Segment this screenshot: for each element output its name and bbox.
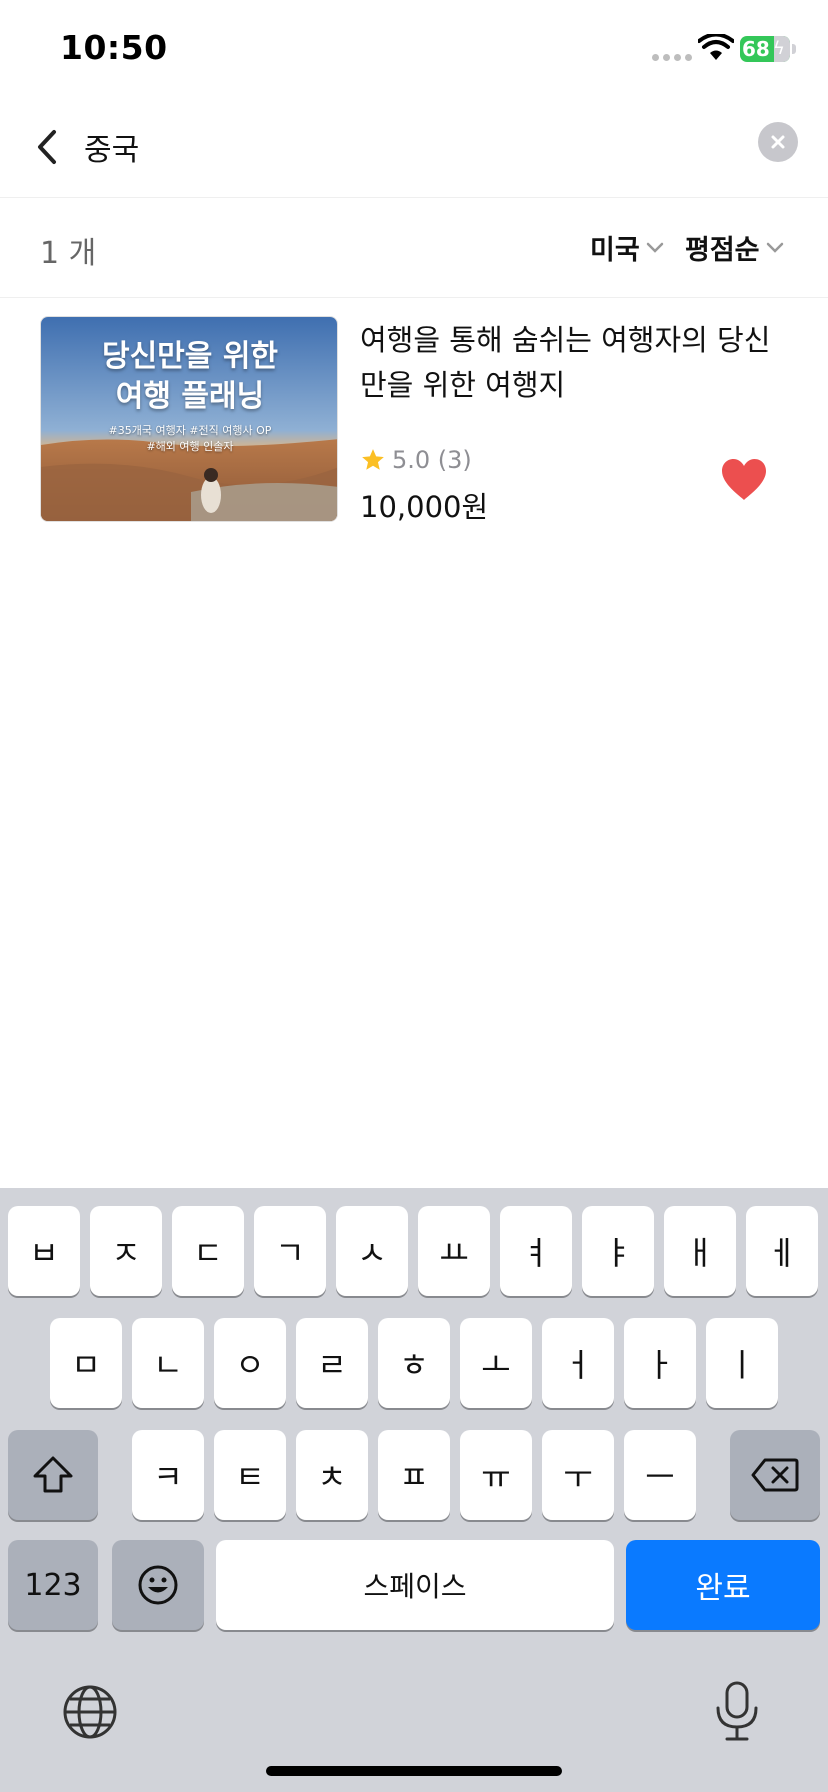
key[interactable]: ㄴ (132, 1318, 204, 1408)
star-icon (362, 449, 384, 470)
key[interactable]: ㅐ (664, 1206, 736, 1296)
done-key[interactable]: 완료 (626, 1540, 820, 1630)
key[interactable]: ㄱ (254, 1206, 326, 1296)
key[interactable]: ㄷ (172, 1206, 244, 1296)
key[interactable]: ㅕ (500, 1206, 572, 1296)
key[interactable]: ㅎ (378, 1318, 450, 1408)
emoji-key[interactable] (112, 1540, 204, 1630)
country-filter-label: 미국 (590, 235, 640, 266)
thumbnail-headline: 여행 플래닝 (115, 379, 265, 414)
numbers-key[interactable]: 123 (8, 1540, 98, 1630)
space-key[interactable]: 스페이스 (216, 1540, 614, 1630)
backspace-key[interactable] (730, 1430, 820, 1520)
result-count: 1 개 (40, 236, 97, 271)
thumbnail-headline: 당신만을 위한 (101, 339, 279, 374)
filter-bar: 1 개 미국 평점순 (0, 198, 828, 298)
status-time: 10:50 (60, 28, 168, 67)
search-input[interactable] (84, 122, 734, 172)
key[interactable]: ㅈ (90, 1206, 162, 1296)
clear-search-button[interactable] (758, 122, 798, 162)
shift-icon (33, 1456, 73, 1493)
battery-percent: 68 (742, 37, 770, 61)
item-rating: 5.0 (3) (360, 446, 472, 474)
thumbnail-tags: #35개국 여행자 #전직 여행사 OP (108, 424, 272, 437)
status-bar: 10:50 68 ϟ (0, 0, 828, 100)
key[interactable]: ㄹ (296, 1318, 368, 1408)
microphone-icon[interactable] (712, 1680, 762, 1742)
item-title[interactable]: 여행을 통해 숨쉬는 여행자의 당신만을 위한 여행지 (360, 318, 780, 408)
key[interactable]: ㅗ (460, 1318, 532, 1408)
key[interactable]: ㅁ (50, 1318, 122, 1408)
country-filter-dropdown[interactable]: 미국 (590, 228, 664, 267)
thumbnail-image[interactable]: 당신만을 위한 여행 플래닝 #35개국 여행자 #전직 여행사 OP #해외 … (40, 316, 338, 522)
key[interactable]: ㅛ (418, 1206, 490, 1296)
key[interactable]: ㅑ (582, 1206, 654, 1296)
key[interactable]: ㅔ (746, 1206, 818, 1296)
result-list-item[interactable]: 당신만을 위한 여행 플래닝 #35개국 여행자 #전직 여행사 OP #해외 … (40, 316, 790, 524)
sort-filter-label: 평점순 (685, 235, 760, 266)
sort-filter-dropdown[interactable]: 평점순 (685, 228, 784, 267)
cellular-dots-icon (652, 54, 692, 61)
key[interactable]: ㅠ (460, 1430, 532, 1520)
thumbnail-tags: #해외 여행 인솔자 (146, 440, 234, 453)
chevron-left-icon (38, 130, 56, 164)
search-header (0, 100, 828, 198)
clear-circle-icon (771, 135, 785, 149)
key[interactable]: ㅂ (8, 1206, 80, 1296)
item-price: 10,000원 (360, 490, 489, 524)
key[interactable]: ㅜ (542, 1430, 614, 1520)
battery-charging-icon: 68 ϟ (740, 36, 796, 62)
key[interactable]: ㅇ (214, 1318, 286, 1408)
key[interactable]: ㅍ (378, 1430, 450, 1520)
key[interactable]: ㅏ (624, 1318, 696, 1408)
chevron-down-icon (646, 242, 663, 253)
home-indicator (266, 1766, 562, 1776)
key[interactable]: ㅡ (624, 1430, 696, 1520)
emoji-icon (138, 1565, 178, 1605)
key[interactable]: ㅅ (336, 1206, 408, 1296)
globe-icon[interactable] (62, 1684, 118, 1740)
chevron-down-icon (766, 242, 783, 253)
heart-icon[interactable] (720, 458, 768, 502)
key[interactable]: ㅌ (214, 1430, 286, 1520)
keyboard: ㅂ ㅈ ㄷ ㄱ ㅅ ㅛ ㅕ ㅑ ㅐ ㅔ ㅁ ㄴ ㅇ ㄹ ㅎ ㅗ ㅓ ㅏ ㅣ ㅋ … (0, 1188, 828, 1792)
back-button[interactable] (22, 122, 72, 172)
key[interactable]: ㅣ (706, 1318, 778, 1408)
backspace-icon (751, 1458, 799, 1492)
key[interactable]: ㅋ (132, 1430, 204, 1520)
wifi-icon (698, 34, 734, 60)
rating-text: 5.0 (3) (392, 446, 472, 474)
shift-key[interactable] (8, 1430, 98, 1520)
key[interactable]: ㅊ (296, 1430, 368, 1520)
key[interactable]: ㅓ (542, 1318, 614, 1408)
